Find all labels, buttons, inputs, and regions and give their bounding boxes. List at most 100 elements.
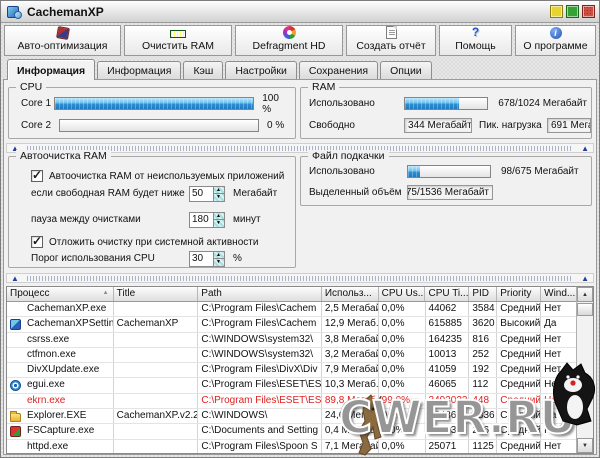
cell-wind: Нет [544,348,562,360]
cpu-core2-value: 0 % [267,120,285,131]
cell-wind: Нет [544,333,562,345]
collapse-arrow-icon[interactable]: ▲ [11,274,19,283]
auto-optimize-button[interactable]: Авто-оптимизация [4,25,121,56]
cell-path: C:\Documents and Setting [198,424,322,439]
cell-process: DivXUpdate.exe [7,363,114,378]
spinner-down-icon[interactable] [214,258,224,266]
create-report-label: Создать отчёт [356,40,426,52]
scroll-up-icon[interactable]: ▲ [577,287,593,302]
spinner-down-icon[interactable] [214,219,224,227]
postpone-cleanup-checkbox[interactable] [31,234,43,248]
cell-process: egui.exe [7,378,114,393]
pause-between-cleanups-spinner[interactable]: 180 [189,211,225,228]
cell-process: FSCapture.exe [7,424,114,439]
cell-mem: 12,9 Мегаб. [322,317,379,332]
header-priority[interactable]: Priority [497,287,542,301]
tab-settings[interactable]: Настройки [225,61,297,80]
table-row[interactable]: ekrn.exe C:\Program Files\ESET\ES 89,8 Мег… [7,393,576,410]
cpu-core1-value: 100 % [262,92,279,115]
cachemanxp-icon [10,319,21,331]
header-memory[interactable]: Использ... [321,287,379,301]
tab-saves[interactable]: Сохранения [298,61,379,80]
cpu-usage-threshold-spinner[interactable]: 30 [189,250,225,267]
header-window[interactable]: Wind... [541,287,577,301]
cell-process: httpd.exe [7,439,114,453]
about-button[interactable]: i О программе [515,25,596,56]
cell-mem: 7,9 Мегабайт [322,363,379,378]
header-process[interactable]: Процесс ▲ [7,287,114,301]
help-button[interactable]: ? Помощь [439,25,512,56]
cell-title [114,439,199,453]
close-button[interactable] [582,5,595,18]
spinner-down-icon[interactable] [214,193,224,201]
process-table: Процесс ▲ Title Path Использ... CPU Us...… [6,286,594,454]
defragment-hd-button[interactable]: Defragment HD [235,25,343,56]
collapse-arrow-icon[interactable]: ▲ [581,144,589,153]
cell-pid: 1125 [469,439,498,453]
free-ram-threshold-label: если свободная RAM будет ниже [31,188,185,199]
cell-pid: 192 [469,363,498,378]
app-window: CachemanXP Авто-оптимизация Очистить RAM… [0,0,600,458]
auto-optimize-label: Авто-оптимизация [17,40,108,52]
free-ram-threshold-unit: Мегабайт [233,188,278,199]
cell-path: C:\WINDOWS\system32\ [198,347,322,363]
table-row[interactable]: FSCapture.exe C:\Documents and Setting 0,4… [7,424,576,440]
cell-path: C:\WINDOWS\ [198,409,322,424]
ram-chip-icon [170,28,186,39]
scrollbar-thumb[interactable] [577,303,593,316]
process-table-body: CachemanXP.exe C:\Program Files\Cachem 2,5… [7,302,576,453]
clear-ram-button[interactable]: Очистить RAM [124,25,232,56]
header-pid[interactable]: PID [469,287,498,301]
tab-options[interactable]: Опции [380,61,432,80]
cell-cpu: 0,0% [379,409,426,424]
header-cpu-time[interactable]: CPU Ti... [425,287,470,301]
cell-mem: 3,8 Мегабайт [322,332,379,347]
table-row[interactable]: csrss.exe C:\WINDOWS\system32\3,8 Мегабай… [7,332,576,348]
cpu-core1-label: Core 1 [21,98,52,109]
defragment-icon [282,26,296,39]
ram-free-field: 344 Мегабайт [404,118,473,133]
cell-process: ekrn.exe [7,393,114,409]
cell-wind: Нет [544,394,562,406]
cell-mem: 7,1 Мегабайт [322,439,379,453]
horizontal-splitter-bottom[interactable]: ▲ ▲ [6,273,594,283]
cpu-core2-progressbar [59,119,259,132]
free-ram-threshold-spinner[interactable]: 50 [189,185,225,202]
collapse-arrow-icon[interactable]: ▲ [581,274,589,283]
cell-title: CachemanXP [114,317,199,332]
minimize-button[interactable] [550,5,563,18]
maximize-button[interactable] [566,5,579,18]
clear-ram-label: Очистить RAM [142,40,214,52]
cell-title [114,302,199,317]
ram-peak-field: 691 Мегабайт [547,118,591,133]
cell-priority: Высокий [497,317,542,332]
table-row[interactable]: CachemanXPSettings.CachemanXPC:\Program … [7,317,576,333]
cell-priority: Средний [497,332,542,347]
cell-path: C:\WINDOWS\system32\ [198,332,322,347]
window-title: CachemanXP [27,4,104,19]
scroll-down-icon[interactable]: ▼ [577,438,593,453]
cpu-legend: CPU [16,81,47,93]
table-row[interactable]: DivXUpdate.exe C:\Program Files\DivX\Div 7… [7,363,576,379]
cell-process: CachemanXPSettings. [7,317,114,332]
header-cpu-usage[interactable]: CPU Us... [378,287,426,301]
cell-pid: 448 [469,393,498,409]
tab-information-1[interactable]: Информация [7,59,96,80]
create-report-button[interactable]: Создать отчёт [346,25,436,56]
cell-wind: Нет [544,303,562,314]
table-row[interactable]: ctfmon.exe C:\WINDOWS\system32\ 3,2 Мегаба… [7,347,576,364]
cell-priority: Средний [497,409,542,424]
table-row[interactable]: CachemanXP.exe C:\Program Files\Cachem 2,5… [7,302,576,318]
header-title[interactable]: Title [113,287,199,301]
table-row[interactable]: egui.exe C:\Program Files\ESET\ES 10,3 Мег… [7,378,576,394]
cell-process: ctfmon.exe [7,347,114,363]
autoclean-checkbox[interactable] [31,168,43,182]
help-label: Помощь [455,40,496,52]
header-path[interactable]: Path [198,287,322,301]
table-row[interactable]: Explorer.EXE CachemanXP.v2.20 C:\WINDOWS\ 2… [7,409,576,425]
table-row[interactable]: httpd.exe C:\Program Files\Spoon S 7,1 Мег… [7,439,576,453]
tab-cache[interactable]: Кэш [183,61,224,80]
cell-wind: Нет [544,425,562,437]
tab-information-2[interactable]: Информация [97,61,182,80]
table-scrollbar[interactable]: ▲ ▼ [576,287,593,453]
